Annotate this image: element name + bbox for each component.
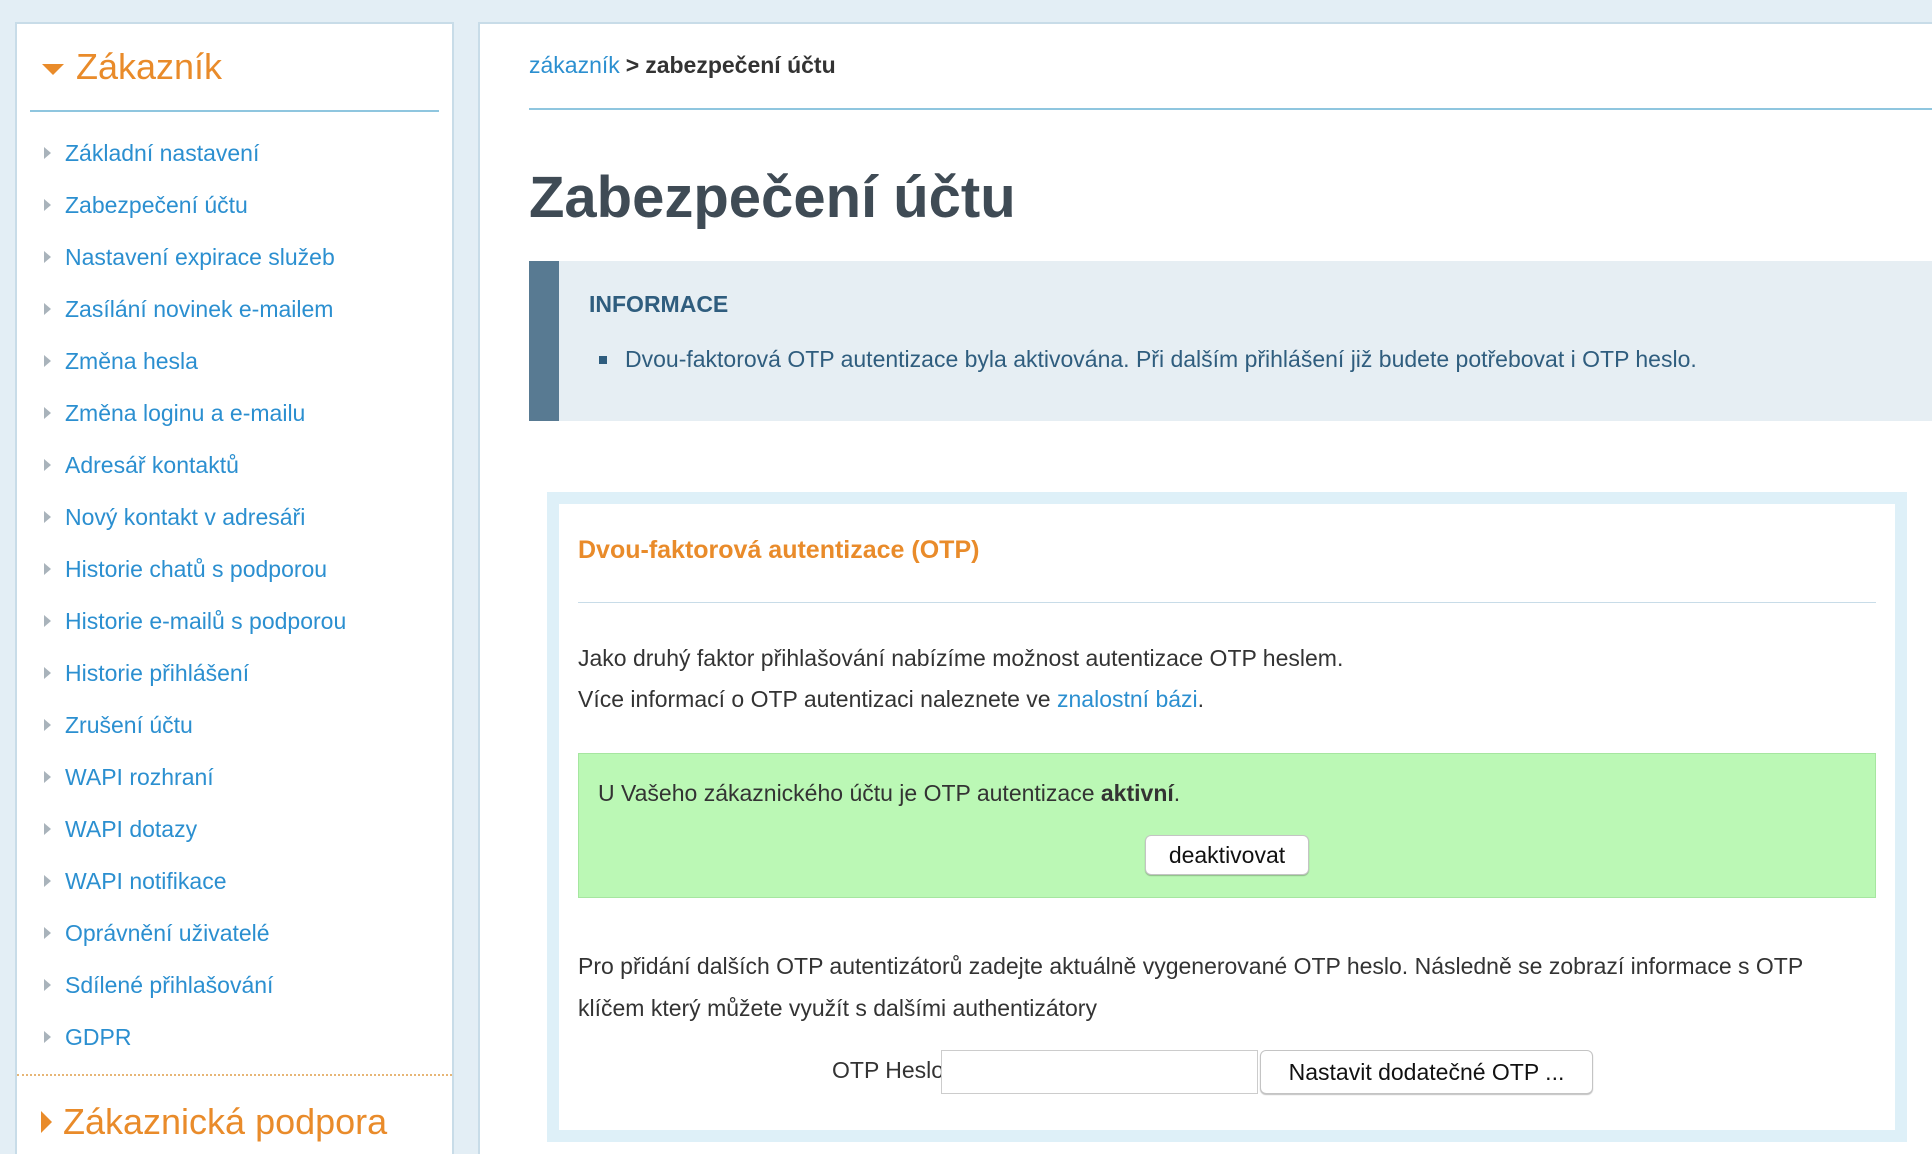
knowledge-base-link[interactable]: znalostní bázi	[1057, 686, 1198, 712]
otp-intro-line1: Jako druhý faktor přihlašování nabízíme …	[578, 645, 1344, 671]
caret-right-icon	[41, 1111, 52, 1133]
triangle-right-icon	[44, 511, 51, 523]
otp-panel: Dvou-faktorová autentizace (OTP) Jako dr…	[547, 492, 1907, 1142]
breadcrumb-link-customer[interactable]: zákazník	[529, 52, 620, 78]
sidebar-item-label: WAPI dotazy	[65, 815, 198, 842]
sidebar-item-label: Změna hesla	[65, 347, 198, 374]
triangle-right-icon	[44, 771, 51, 783]
sidebar-section-title: Zákazník	[76, 46, 223, 87]
triangle-right-icon	[44, 355, 51, 367]
sidebar-item-chat-history[interactable]: Historie chatů s podporou	[17, 543, 452, 595]
triangle-right-icon	[44, 823, 51, 835]
triangle-right-icon	[44, 407, 51, 419]
sidebar-item-label: GDPR	[65, 1023, 132, 1050]
bullet-square-icon	[599, 355, 607, 364]
sidebar-item-address-book[interactable]: Adresář kontaktů	[17, 439, 452, 491]
set-additional-otp-button[interactable]: Nastavit dodatečné OTP ...	[1260, 1050, 1593, 1094]
otp-intro-line2: Více informací o OTP autentizaci nalezne…	[578, 686, 1204, 713]
triangle-right-icon	[44, 251, 51, 263]
triangle-right-icon	[44, 1031, 51, 1043]
sidebar-item-authorized-users[interactable]: Oprávnění uživatelé	[17, 907, 452, 959]
triangle-right-icon	[44, 667, 51, 679]
deactivate-button[interactable]: deaktivovat	[1145, 835, 1309, 875]
triangle-right-icon	[44, 303, 51, 315]
info-message-item: Dvou-faktorová OTP autentizace byla akti…	[599, 346, 1697, 373]
otp-panel-divider	[578, 602, 1876, 603]
triangle-right-icon	[44, 199, 51, 211]
main-content: zákazník > zabezpečení účtu Zabezpečení úč…	[478, 22, 1932, 1154]
sidebar-item-label: Zrušení účtu	[65, 711, 193, 738]
sidebar-item-label: WAPI notifikace	[65, 867, 227, 894]
triangle-right-icon	[44, 147, 51, 159]
sidebar-menu: Základní nastavení Zabezpečení účtu Nast…	[17, 112, 452, 1063]
otp-panel-title: Dvou-faktorová autentizace (OTP)	[578, 536, 980, 564]
triangle-right-icon	[44, 615, 51, 627]
sidebar-item-gdpr[interactable]: GDPR	[17, 1011, 452, 1063]
sidebar-item-newsletter[interactable]: Zasílání novinek e-mailem	[17, 283, 452, 335]
sidebar-section-header-customer[interactable]: Zákazník	[30, 24, 439, 112]
sidebar-item-label: Změna loginu a e-mailu	[65, 399, 306, 426]
sidebar-item-email-history[interactable]: Historie e-mailů s podporou	[17, 595, 452, 647]
sidebar-item-login-history[interactable]: Historie přihlášení	[17, 647, 452, 699]
sidebar-item-label: Nastavení expirace služeb	[65, 243, 335, 270]
triangle-right-icon	[44, 719, 51, 731]
otp-password-input[interactable]	[941, 1050, 1258, 1094]
breadcrumb-separator: >	[625, 52, 640, 78]
otp-status-prefix: U Vašeho zákaznického účtu je OTP autent…	[598, 780, 1101, 806]
caret-down-icon	[42, 63, 64, 75]
sidebar: Zákazník Základní nastavení Zabezpečení …	[15, 22, 454, 1154]
otp-status-box: U Vašeho zákaznického účtu je OTP autent…	[578, 753, 1876, 898]
triangle-right-icon	[44, 927, 51, 939]
sidebar-item-new-contact[interactable]: Nový kontakt v adresáři	[17, 491, 452, 543]
breadcrumb-current: zabezpečení účtu	[645, 52, 836, 78]
sidebar-item-label: Zabezpečení účtu	[65, 191, 248, 218]
otp-password-label: OTP Heslo:	[832, 1057, 951, 1083]
triangle-right-icon	[44, 563, 51, 575]
sidebar-item-label: Historie chatů s podporou	[65, 555, 328, 582]
sidebar-item-shared-login[interactable]: Sdílené přihlašování	[17, 959, 452, 1011]
otp-status-text: U Vašeho zákaznického účtu je OTP autent…	[598, 780, 1180, 807]
sidebar-item-service-expiration[interactable]: Nastavení expirace služeb	[17, 231, 452, 283]
breadcrumb: zákazník > zabezpečení účtu	[529, 52, 836, 79]
info-message-box: INFORMACE Dvou-faktorová OTP autentizace…	[529, 261, 1932, 421]
sidebar-item-change-login[interactable]: Změna loginu a e-mailu	[17, 387, 452, 439]
page-title: Zabezpečení účtu	[529, 165, 1016, 230]
sidebar-item-wapi-queries[interactable]: WAPI dotazy	[17, 803, 452, 855]
otp-additional-description: Pro přidání dalších OTP autentizátorů za…	[578, 953, 1803, 1021]
triangle-right-icon	[44, 459, 51, 471]
sidebar-item-label: Historie přihlášení	[65, 659, 250, 686]
sidebar-section-title: Zákaznická podpora	[63, 1101, 388, 1142]
sidebar-item-label: Zasílání novinek e-mailem	[65, 295, 334, 322]
sidebar-item-label: Sdílené přihlašování	[65, 971, 274, 998]
info-message-text: Dvou-faktorová OTP autentizace byla akti…	[625, 346, 1697, 372]
info-title: INFORMACE	[589, 291, 729, 317]
sidebar-item-label: Základní nastavení	[65, 139, 260, 166]
sidebar-item-label: Adresář kontaktů	[65, 451, 239, 478]
sidebar-item-label: Nový kontakt v adresáři	[65, 503, 306, 530]
otp-intro-line2-prefix: Více informací o OTP autentizaci nalezne…	[578, 686, 1057, 712]
sidebar-item-label: WAPI rozhraní	[65, 763, 214, 790]
otp-status-suffix: .	[1173, 780, 1181, 806]
sidebar-item-basic-settings[interactable]: Základní nastavení	[17, 127, 452, 179]
sidebar-item-wapi-interface[interactable]: WAPI rozhraní	[17, 751, 452, 803]
sidebar-item-label: Oprávnění uživatelé	[65, 919, 270, 946]
triangle-right-icon	[44, 979, 51, 991]
sidebar-item-change-password[interactable]: Změna hesla	[17, 335, 452, 387]
otp-status-value: aktivní	[1100, 780, 1174, 806]
sidebar-item-cancel-account[interactable]: Zrušení účtu	[17, 699, 452, 751]
sidebar-section-header-support[interactable]: Zákaznická podpora	[17, 1076, 452, 1154]
sidebar-item-account-security[interactable]: Zabezpečení účtu	[17, 179, 452, 231]
triangle-right-icon	[44, 875, 51, 887]
otp-intro-line2-suffix: .	[1197, 686, 1205, 712]
sidebar-item-wapi-notifications[interactable]: WAPI notifikace	[17, 855, 452, 907]
sidebar-item-label: Historie e-mailů s podporou	[65, 607, 347, 634]
breadcrumb-divider	[529, 108, 1932, 110]
